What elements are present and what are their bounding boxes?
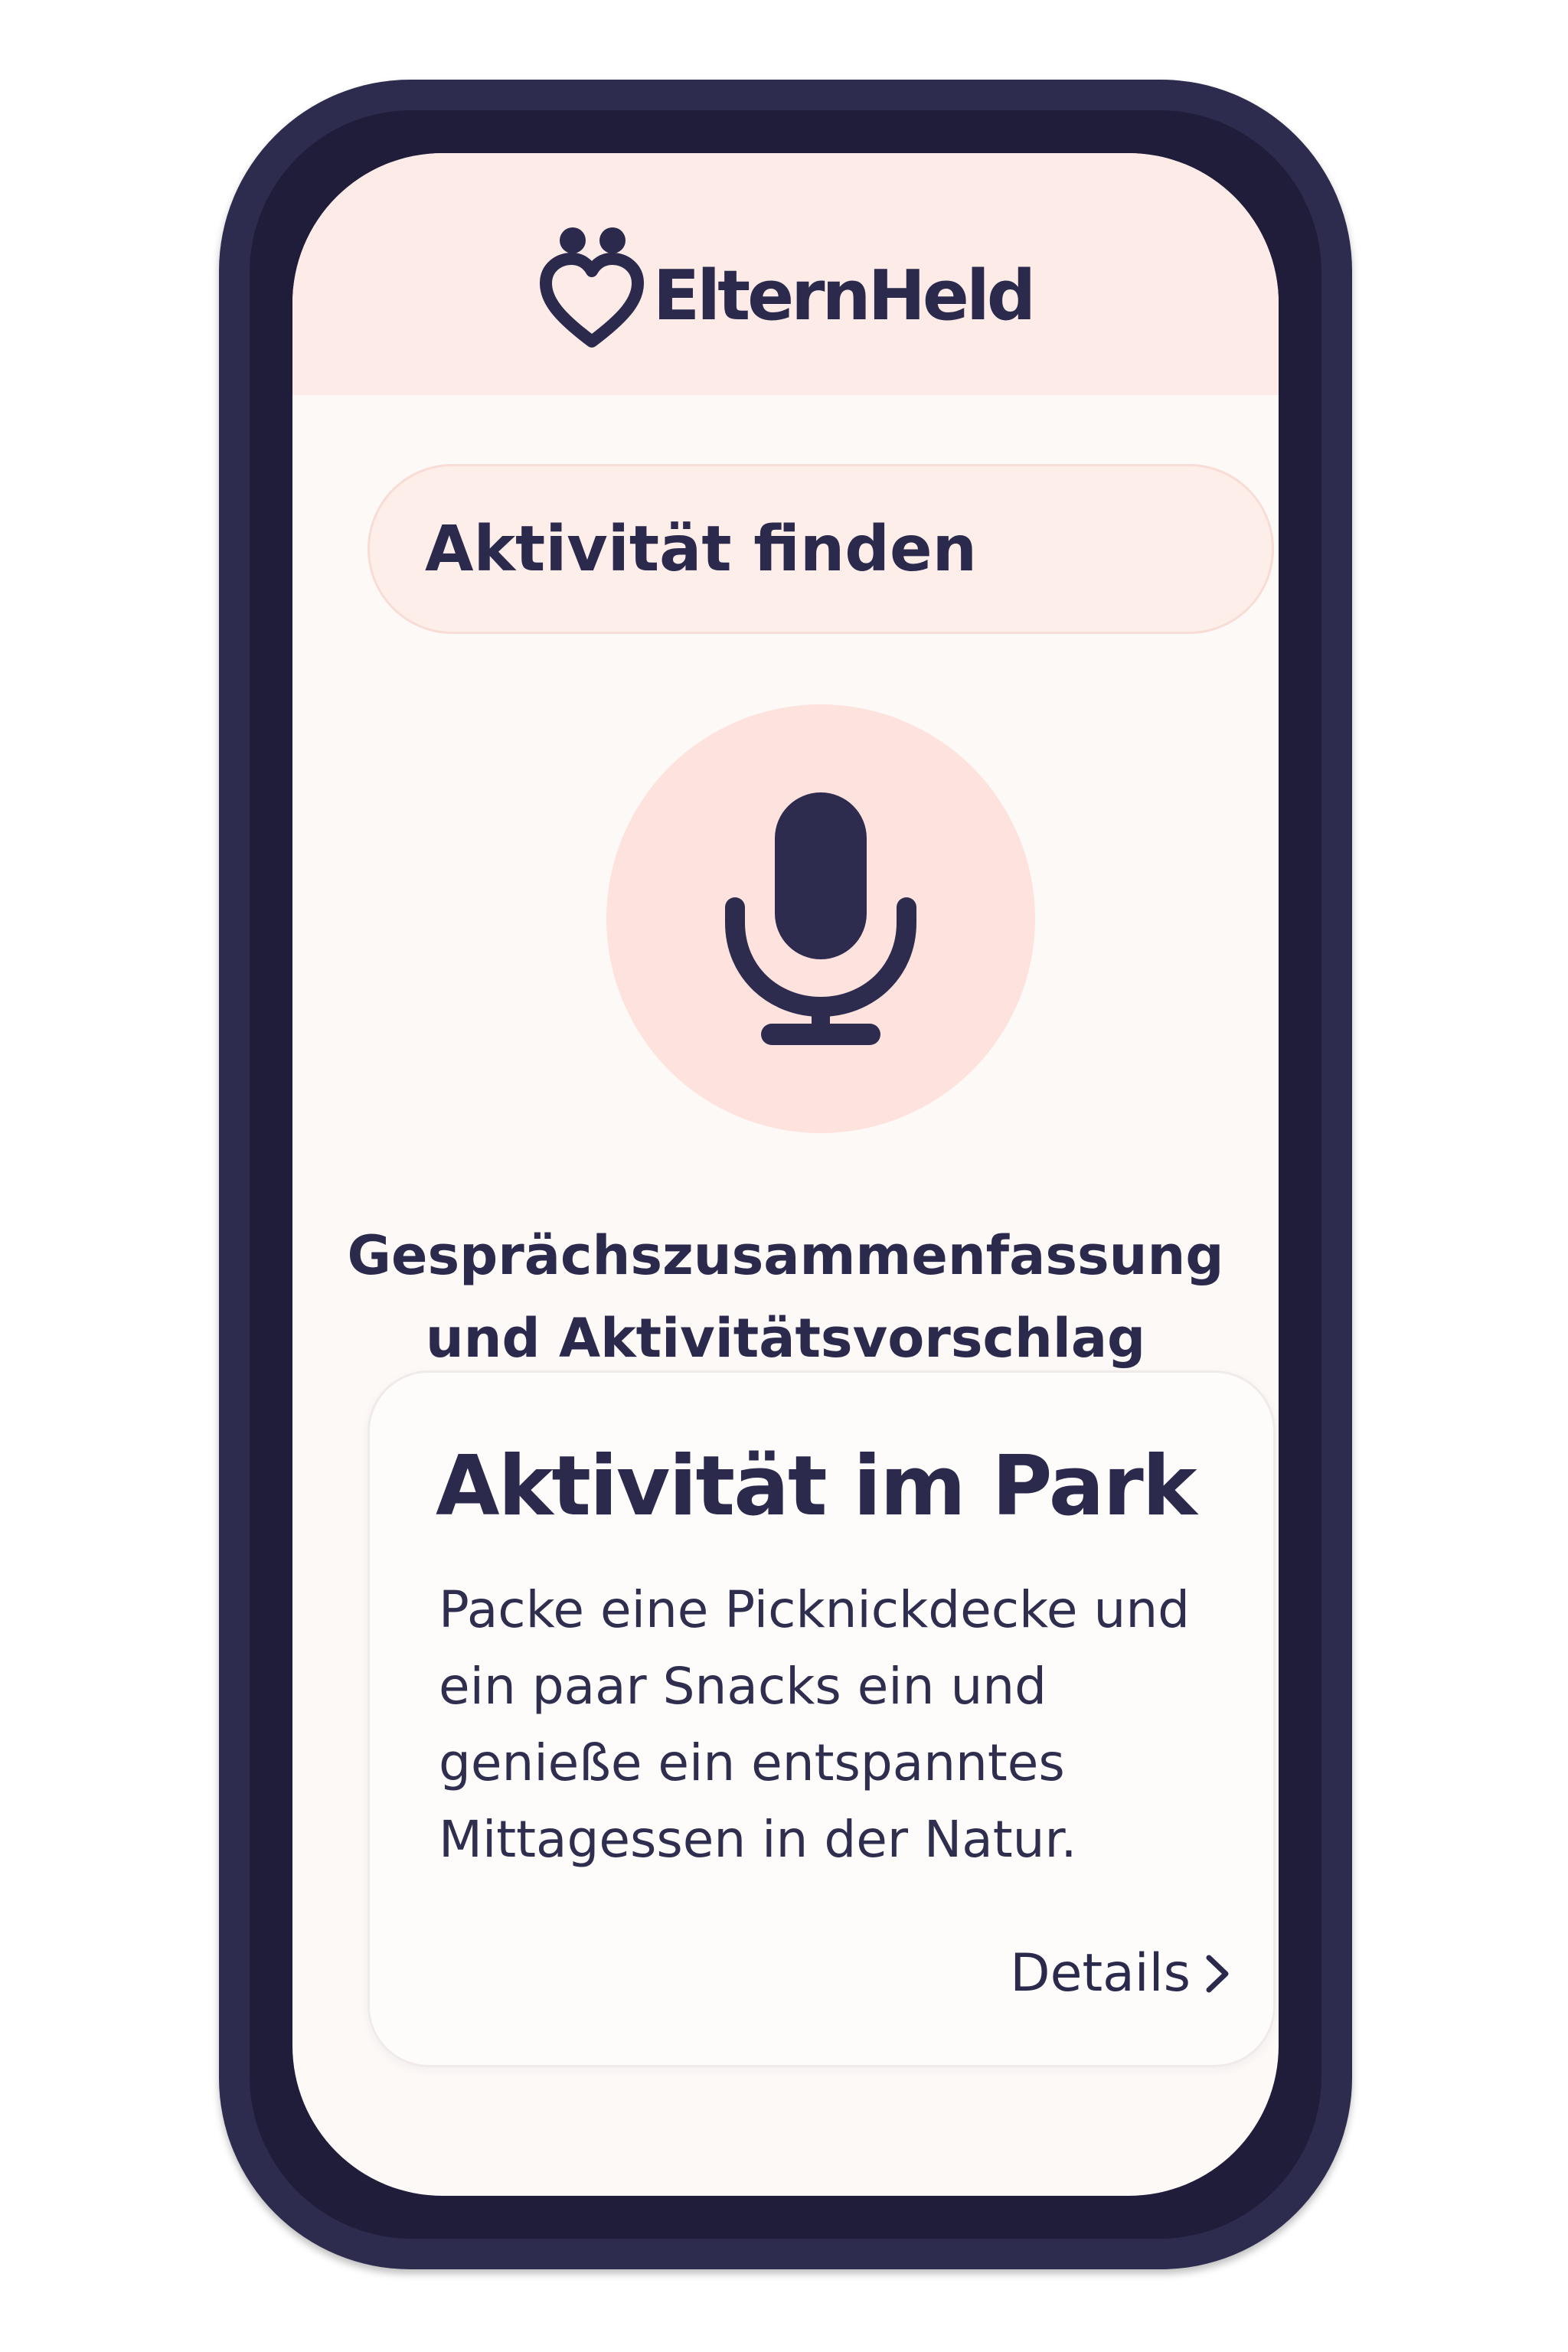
details-link[interactable]: Details: [1010, 1943, 1230, 2004]
chevron-right-icon: [1206, 1955, 1229, 1992]
details-label: Details: [1010, 1943, 1191, 2004]
heart-with-two-heads-icon: [539, 227, 644, 348]
summary-line-1: Gesprächszusammenfassung: [347, 1224, 1224, 1287]
phone-frame: ElternHeld Aktivität finden Gesprächszus…: [219, 80, 1352, 2269]
activity-description: Packe eine Picknickdecke und ein paar Sn…: [439, 1572, 1227, 1878]
activity-title: Aktivität im Park: [436, 1439, 1197, 1534]
brand-name: ElternHeld: [652, 256, 1036, 336]
app-screen: ElternHeld Aktivität finden Gesprächszus…: [292, 153, 1279, 2196]
description-line: ein paar Snacks ein und: [439, 1657, 1047, 1716]
summary-line-2: und Aktivitätsvorschlag: [425, 1307, 1146, 1370]
microphone-icon: [725, 792, 916, 1045]
description-line: genieße ein entspanntes: [439, 1733, 1065, 1792]
find-activity-label: Aktivität finden: [425, 512, 977, 586]
description-line: Packe eine Picknickdecke und: [439, 1580, 1191, 1639]
stage: ElternHeld Aktivität finden Gesprächszus…: [0, 0, 1568, 2352]
brand: ElternHeld: [292, 220, 1279, 351]
microphone-button[interactable]: [606, 704, 1035, 1133]
description-line: Mittagessen in der Natur.: [439, 1810, 1077, 1869]
phone-bezel: ElternHeld Aktivität finden Gesprächszus…: [250, 110, 1321, 2239]
activity-card[interactable]: Aktivität im Park Packe eine Picknickdec…: [368, 1370, 1276, 2067]
summary-heading: Gesprächszusammenfassung und Aktivitätsv…: [323, 1214, 1248, 1380]
find-activity-button[interactable]: Aktivität finden: [368, 464, 1274, 634]
app-header: ElternHeld: [292, 153, 1279, 395]
